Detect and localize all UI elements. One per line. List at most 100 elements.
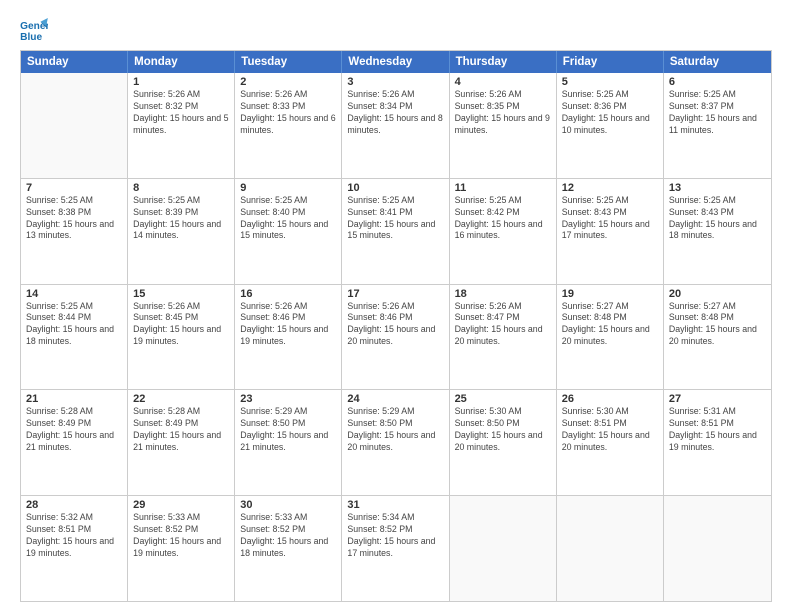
day-info: Sunrise: 5:33 AMSunset: 8:52 PMDaylight:… xyxy=(240,512,336,560)
day-number: 8 xyxy=(133,182,229,194)
day-info: Sunrise: 5:28 AMSunset: 8:49 PMDaylight:… xyxy=(26,406,122,454)
day-info: Sunrise: 5:26 AMSunset: 8:35 PMDaylight:… xyxy=(455,89,551,137)
calendar-cell: 4Sunrise: 5:26 AMSunset: 8:35 PMDaylight… xyxy=(450,73,557,178)
day-info: Sunrise: 5:32 AMSunset: 8:51 PMDaylight:… xyxy=(26,512,122,560)
calendar-cell: 26Sunrise: 5:30 AMSunset: 8:51 PMDayligh… xyxy=(557,390,664,495)
day-info: Sunrise: 5:31 AMSunset: 8:51 PMDaylight:… xyxy=(669,406,766,454)
day-info: Sunrise: 5:25 AMSunset: 8:44 PMDaylight:… xyxy=(26,301,122,349)
day-number: 28 xyxy=(26,499,122,511)
day-info: Sunrise: 5:25 AMSunset: 8:39 PMDaylight:… xyxy=(133,195,229,243)
calendar-cell: 9Sunrise: 5:25 AMSunset: 8:40 PMDaylight… xyxy=(235,179,342,284)
day-header-monday: Monday xyxy=(128,51,235,73)
calendar-cell xyxy=(450,496,557,601)
day-header-wednesday: Wednesday xyxy=(342,51,449,73)
calendar-cell: 8Sunrise: 5:25 AMSunset: 8:39 PMDaylight… xyxy=(128,179,235,284)
calendar-cell: 3Sunrise: 5:26 AMSunset: 8:34 PMDaylight… xyxy=(342,73,449,178)
week-row-4: 21Sunrise: 5:28 AMSunset: 8:49 PMDayligh… xyxy=(21,389,771,495)
day-info: Sunrise: 5:27 AMSunset: 8:48 PMDaylight:… xyxy=(669,301,766,349)
day-number: 4 xyxy=(455,76,551,88)
calendar-cell: 31Sunrise: 5:34 AMSunset: 8:52 PMDayligh… xyxy=(342,496,449,601)
header: General Blue xyxy=(20,18,772,42)
day-number: 1 xyxy=(133,76,229,88)
calendar-cell: 7Sunrise: 5:25 AMSunset: 8:38 PMDaylight… xyxy=(21,179,128,284)
day-info: Sunrise: 5:26 AMSunset: 8:45 PMDaylight:… xyxy=(133,301,229,349)
day-info: Sunrise: 5:25 AMSunset: 8:43 PMDaylight:… xyxy=(562,195,658,243)
day-info: Sunrise: 5:25 AMSunset: 8:37 PMDaylight:… xyxy=(669,89,766,137)
day-info: Sunrise: 5:25 AMSunset: 8:41 PMDaylight:… xyxy=(347,195,443,243)
day-info: Sunrise: 5:26 AMSunset: 8:33 PMDaylight:… xyxy=(240,89,336,137)
day-info: Sunrise: 5:26 AMSunset: 8:47 PMDaylight:… xyxy=(455,301,551,349)
day-number: 15 xyxy=(133,288,229,300)
day-header-tuesday: Tuesday xyxy=(235,51,342,73)
day-header-friday: Friday xyxy=(557,51,664,73)
day-info: Sunrise: 5:26 AMSunset: 8:46 PMDaylight:… xyxy=(240,301,336,349)
day-number: 5 xyxy=(562,76,658,88)
day-info: Sunrise: 5:26 AMSunset: 8:32 PMDaylight:… xyxy=(133,89,229,137)
day-info: Sunrise: 5:25 AMSunset: 8:38 PMDaylight:… xyxy=(26,195,122,243)
day-number: 30 xyxy=(240,499,336,511)
day-info: Sunrise: 5:25 AMSunset: 8:40 PMDaylight:… xyxy=(240,195,336,243)
calendar-cell: 2Sunrise: 5:26 AMSunset: 8:33 PMDaylight… xyxy=(235,73,342,178)
calendar-cell: 15Sunrise: 5:26 AMSunset: 8:45 PMDayligh… xyxy=(128,285,235,390)
calendar-cell xyxy=(664,496,771,601)
week-row-3: 14Sunrise: 5:25 AMSunset: 8:44 PMDayligh… xyxy=(21,284,771,390)
calendar: SundayMondayTuesdayWednesdayThursdayFrid… xyxy=(20,50,772,602)
calendar-cell: 13Sunrise: 5:25 AMSunset: 8:43 PMDayligh… xyxy=(664,179,771,284)
week-row-1: 1Sunrise: 5:26 AMSunset: 8:32 PMDaylight… xyxy=(21,73,771,178)
day-header-sunday: Sunday xyxy=(21,51,128,73)
day-info: Sunrise: 5:25 AMSunset: 8:36 PMDaylight:… xyxy=(562,89,658,137)
calendar-cell xyxy=(21,73,128,178)
calendar-cell: 25Sunrise: 5:30 AMSunset: 8:50 PMDayligh… xyxy=(450,390,557,495)
logo-icon: General Blue xyxy=(20,18,48,42)
day-number: 9 xyxy=(240,182,336,194)
calendar-cell xyxy=(557,496,664,601)
day-number: 23 xyxy=(240,393,336,405)
day-number: 11 xyxy=(455,182,551,194)
calendar-body: 1Sunrise: 5:26 AMSunset: 8:32 PMDaylight… xyxy=(21,73,771,601)
day-number: 10 xyxy=(347,182,443,194)
calendar-cell: 18Sunrise: 5:26 AMSunset: 8:47 PMDayligh… xyxy=(450,285,557,390)
day-number: 31 xyxy=(347,499,443,511)
day-info: Sunrise: 5:25 AMSunset: 8:43 PMDaylight:… xyxy=(669,195,766,243)
calendar-cell: 24Sunrise: 5:29 AMSunset: 8:50 PMDayligh… xyxy=(342,390,449,495)
day-info: Sunrise: 5:28 AMSunset: 8:49 PMDaylight:… xyxy=(133,406,229,454)
day-number: 20 xyxy=(669,288,766,300)
day-info: Sunrise: 5:33 AMSunset: 8:52 PMDaylight:… xyxy=(133,512,229,560)
calendar-cell: 20Sunrise: 5:27 AMSunset: 8:48 PMDayligh… xyxy=(664,285,771,390)
day-number: 2 xyxy=(240,76,336,88)
day-info: Sunrise: 5:29 AMSunset: 8:50 PMDaylight:… xyxy=(240,406,336,454)
calendar-cell: 17Sunrise: 5:26 AMSunset: 8:46 PMDayligh… xyxy=(342,285,449,390)
day-number: 26 xyxy=(562,393,658,405)
calendar-cell: 22Sunrise: 5:28 AMSunset: 8:49 PMDayligh… xyxy=(128,390,235,495)
calendar-header: SundayMondayTuesdayWednesdayThursdayFrid… xyxy=(21,51,771,73)
calendar-cell: 19Sunrise: 5:27 AMSunset: 8:48 PMDayligh… xyxy=(557,285,664,390)
calendar-cell: 23Sunrise: 5:29 AMSunset: 8:50 PMDayligh… xyxy=(235,390,342,495)
day-number: 21 xyxy=(26,393,122,405)
calendar-cell: 16Sunrise: 5:26 AMSunset: 8:46 PMDayligh… xyxy=(235,285,342,390)
day-number: 27 xyxy=(669,393,766,405)
day-info: Sunrise: 5:27 AMSunset: 8:48 PMDaylight:… xyxy=(562,301,658,349)
calendar-cell: 6Sunrise: 5:25 AMSunset: 8:37 PMDaylight… xyxy=(664,73,771,178)
week-row-5: 28Sunrise: 5:32 AMSunset: 8:51 PMDayligh… xyxy=(21,495,771,601)
day-number: 12 xyxy=(562,182,658,194)
day-number: 18 xyxy=(455,288,551,300)
day-number: 17 xyxy=(347,288,443,300)
calendar-cell: 28Sunrise: 5:32 AMSunset: 8:51 PMDayligh… xyxy=(21,496,128,601)
calendar-cell: 14Sunrise: 5:25 AMSunset: 8:44 PMDayligh… xyxy=(21,285,128,390)
day-header-thursday: Thursday xyxy=(450,51,557,73)
day-info: Sunrise: 5:25 AMSunset: 8:42 PMDaylight:… xyxy=(455,195,551,243)
day-number: 19 xyxy=(562,288,658,300)
calendar-cell: 11Sunrise: 5:25 AMSunset: 8:42 PMDayligh… xyxy=(450,179,557,284)
day-info: Sunrise: 5:30 AMSunset: 8:50 PMDaylight:… xyxy=(455,406,551,454)
day-info: Sunrise: 5:34 AMSunset: 8:52 PMDaylight:… xyxy=(347,512,443,560)
day-number: 29 xyxy=(133,499,229,511)
day-number: 25 xyxy=(455,393,551,405)
calendar-cell: 27Sunrise: 5:31 AMSunset: 8:51 PMDayligh… xyxy=(664,390,771,495)
calendar-cell: 10Sunrise: 5:25 AMSunset: 8:41 PMDayligh… xyxy=(342,179,449,284)
day-number: 6 xyxy=(669,76,766,88)
day-number: 16 xyxy=(240,288,336,300)
logo: General Blue xyxy=(20,18,52,42)
calendar-cell: 12Sunrise: 5:25 AMSunset: 8:43 PMDayligh… xyxy=(557,179,664,284)
day-info: Sunrise: 5:30 AMSunset: 8:51 PMDaylight:… xyxy=(562,406,658,454)
week-row-2: 7Sunrise: 5:25 AMSunset: 8:38 PMDaylight… xyxy=(21,178,771,284)
